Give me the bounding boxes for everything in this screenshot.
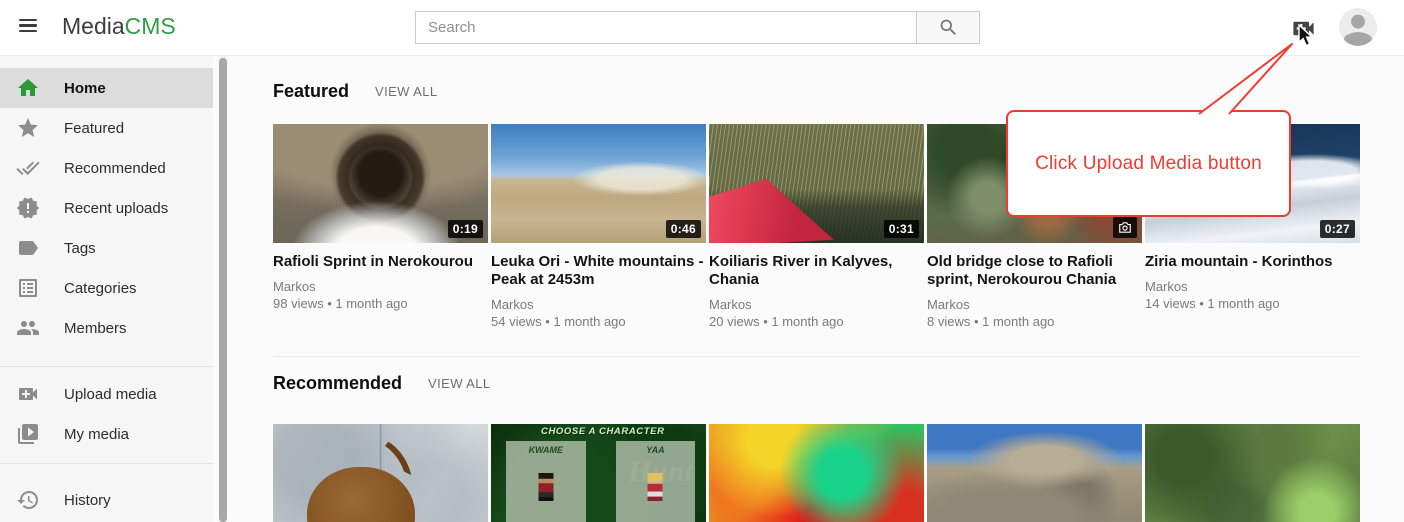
video-meta: 54 views • 1 month ago [491, 313, 706, 330]
sidebar-item-label: Recommended [64, 160, 166, 177]
video-card[interactable]: 0:46 Leuka Ori - White mountains - Peak … [491, 124, 706, 330]
sidebar-item-label: Categories [64, 280, 137, 297]
sidebar-scrollbar[interactable] [219, 56, 227, 522]
thumb-label-title: CHOOSE A CHARACTER [508, 426, 697, 437]
video-title[interactable]: Rafioli Sprint in Nerokourou [273, 253, 488, 271]
video-author[interactable]: Markos [709, 296, 924, 313]
duration-badge: 0:46 [666, 220, 701, 238]
people-icon [16, 316, 40, 340]
video-author[interactable]: Markos [491, 296, 706, 313]
video-thumbnail[interactable] [709, 424, 924, 522]
video-card[interactable] [1145, 424, 1360, 522]
sidebar-divider [0, 366, 213, 367]
sidebar-item-label: Tags [64, 240, 96, 257]
sidebar-item-label: Home [64, 80, 106, 97]
sidebar-item-my-media[interactable]: My media [0, 414, 213, 454]
history-icon [16, 488, 40, 512]
section-title-featured: Featured [273, 81, 349, 102]
camera-icon [1118, 221, 1132, 234]
video-thumbnail[interactable]: 0:31 [709, 124, 924, 243]
recommended-video-row: HuntCHOOSE A CHARACTERKWAMEYAASelectedSe… [273, 424, 1360, 522]
sidebar-item-label: Featured [64, 120, 124, 137]
thumb-label-right-name: YAA [616, 441, 696, 522]
video-call-plus-icon [16, 382, 40, 406]
video-author[interactable]: Markos [927, 296, 1142, 313]
video-thumbnail[interactable]: 0:46 [491, 124, 706, 243]
home-icon [16, 76, 40, 100]
section-title-recommended: Recommended [273, 373, 402, 394]
sidebar-item-label: History [64, 492, 111, 509]
featured-view-all-link[interactable]: VIEW ALL [375, 84, 437, 99]
video-title[interactable]: Ziria mountain - Korinthos [1145, 253, 1360, 271]
video-card[interactable]: 0:31 Koiliaris River in Kalyves, Chania … [709, 124, 924, 330]
logo-part-media: Media [62, 13, 125, 39]
video-card[interactable]: 0:19 Rafioli Sprint in Nerokourou Markos… [273, 124, 488, 330]
sidebar-item-label: My media [64, 426, 129, 443]
video-meta: 8 views • 1 month ago [927, 313, 1142, 330]
image-type-badge [1113, 217, 1137, 238]
sidebar-item-label: Members [64, 320, 127, 337]
search-input[interactable] [415, 11, 917, 44]
sidebar-item-recent-uploads[interactable]: Recent uploads [0, 188, 213, 228]
sidebar-item-tags[interactable]: Tags [0, 228, 213, 268]
video-thumbnail[interactable] [273, 424, 488, 522]
video-thumbnail[interactable]: 0:19 [273, 124, 488, 243]
video-author[interactable]: Markos [1145, 278, 1360, 295]
logo-part-cms: CMS [125, 13, 176, 39]
sidebar-item-home[interactable]: Home [0, 68, 213, 108]
person-icon [1339, 8, 1377, 46]
sidebar-item-label: Recent uploads [64, 200, 168, 217]
list-alt-icon [16, 276, 40, 300]
video-card[interactable] [709, 424, 924, 522]
sidebar-item-members[interactable]: Members [0, 308, 213, 348]
video-meta: 98 views • 1 month ago [273, 295, 488, 312]
sidebar-divider [0, 463, 213, 464]
tooltip-callout: Click Upload Media button [1006, 110, 1291, 217]
video-meta: 20 views • 1 month ago [709, 313, 924, 330]
duration-badge: 0:31 [884, 220, 919, 238]
duration-badge: 0:19 [448, 220, 483, 238]
app-logo[interactable]: MediaCMS [62, 13, 176, 40]
sidebar-item-recommended[interactable]: Recommended [0, 148, 213, 188]
double-check-icon [16, 156, 40, 180]
top-header: MediaCMS [0, 0, 1404, 56]
video-call-plus-icon [1290, 15, 1317, 42]
video-library-icon [16, 422, 40, 446]
video-title[interactable]: Leuka Ori - White mountains - Peak at 24… [491, 253, 706, 289]
sidebar-item-upload-media[interactable]: Upload media [0, 374, 213, 414]
video-title[interactable]: Old bridge close to Rafioli sprint, Nero… [927, 253, 1142, 289]
sidebar: Home Featured Recommended Recent uploads… [0, 56, 213, 522]
new-releases-icon [16, 196, 40, 220]
recommended-view-all-link[interactable]: VIEW ALL [428, 376, 490, 391]
user-avatar[interactable] [1339, 8, 1377, 46]
video-title[interactable]: Koiliaris River in Kalyves, Chania [709, 253, 924, 289]
search-form [415, 11, 980, 44]
search-icon [938, 17, 959, 38]
video-author[interactable]: Markos [273, 278, 488, 295]
recommended-section: Recommended VIEW ALL HuntCHOOSE A CHARAC… [273, 372, 1360, 522]
sidebar-item-label: Upload media [64, 386, 157, 403]
sidebar-item-history[interactable]: History [0, 480, 213, 520]
search-button[interactable] [917, 11, 980, 44]
star-icon [16, 116, 40, 140]
sidebar-item-categories[interactable]: Categories [0, 268, 213, 308]
video-card[interactable] [273, 424, 488, 522]
video-card[interactable]: HuntCHOOSE A CHARACTERKWAMEYAASelectedSe… [491, 424, 706, 522]
upload-media-button[interactable] [1290, 15, 1317, 42]
sidebar-item-featured[interactable]: Featured [0, 108, 213, 148]
scrollbar-thumb[interactable] [219, 58, 227, 522]
video-thumbnail[interactable] [1145, 424, 1360, 522]
menu-icon[interactable] [15, 16, 41, 40]
section-divider [273, 356, 1360, 357]
tag-icon [16, 236, 40, 260]
video-card[interactable] [927, 424, 1142, 522]
duration-badge: 0:27 [1320, 220, 1355, 238]
tooltip-text: Click Upload Media button [1035, 153, 1262, 175]
video-thumbnail[interactable] [927, 424, 1142, 522]
video-meta: 14 views • 1 month ago [1145, 295, 1360, 312]
video-thumbnail[interactable]: HuntCHOOSE A CHARACTERKWAMEYAASelectedSe… [491, 424, 706, 522]
thumb-label-left-name: KWAME [506, 441, 586, 522]
